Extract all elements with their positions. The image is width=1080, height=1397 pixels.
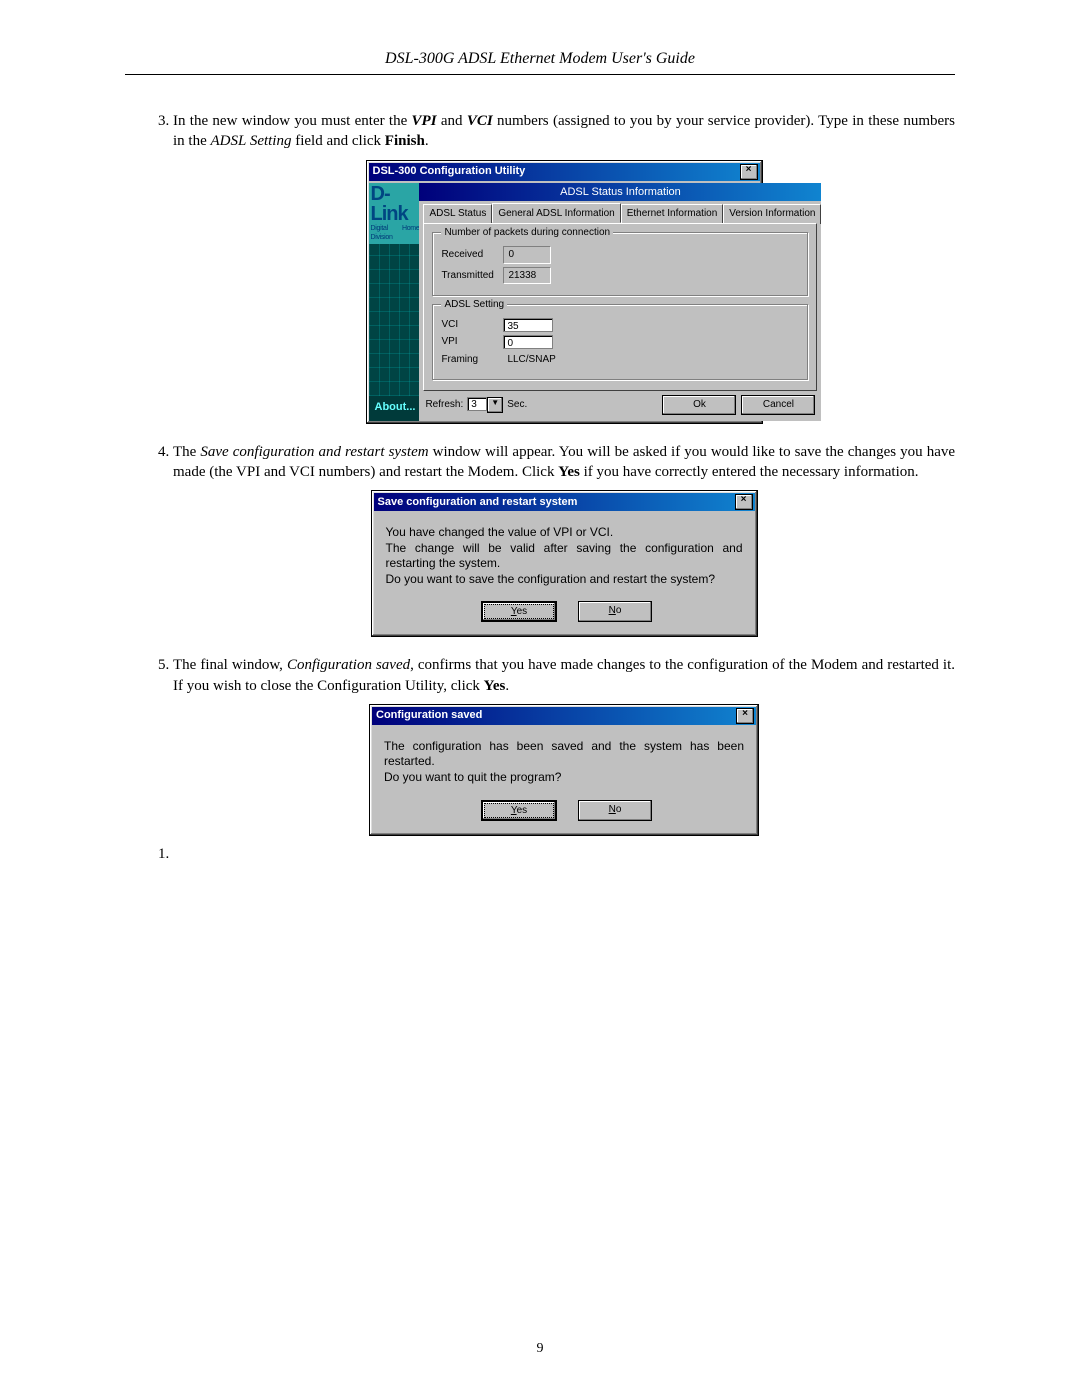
tab-version-info[interactable]: Version Information [723, 204, 821, 225]
page-header-title: DSL-300G ADSL Ethernet Modem User's Guid… [125, 50, 955, 75]
yes-button[interactable]: Yes [481, 601, 557, 622]
refresh-label: Refresh: [425, 398, 463, 412]
config-saved-title: Configuration saved [376, 708, 482, 723]
config-saved-titlebar[interactable]: Configuration saved × [372, 707, 756, 725]
vci-label: VCI [441, 318, 503, 332]
step3-text-g: field and click [291, 133, 384, 149]
close-icon[interactable]: × [740, 164, 758, 180]
tab-ethernet-info[interactable]: Ethernet Information [621, 204, 724, 225]
vpi-input[interactable]: 0 [503, 335, 553, 349]
sec-label: Sec. [507, 398, 527, 412]
step-4: The Save configuration and restart syste… [173, 442, 955, 638]
config-saved-dialog: Configuration saved × The configuration … [369, 704, 759, 836]
configuration-saved-term: Configuration saved [287, 657, 410, 673]
close-icon[interactable]: × [736, 708, 754, 724]
adsl-setting-term: ADSL Setting [211, 133, 292, 149]
yes-button[interactable]: Yes [481, 800, 557, 821]
no-button[interactable]: No [578, 601, 652, 622]
config-utility-window: DSL-300 Configuration Utility × D-Link D… [366, 160, 763, 424]
step3-text-a: In the new window you must enter the [173, 113, 412, 129]
adsl-setting-groupbox-title: ADSL Setting [441, 298, 507, 312]
transmitted-value: 21338 [503, 267, 551, 285]
step4-text-e: if you have correctly entered the necess… [580, 464, 919, 480]
pcb-art [369, 244, 420, 395]
step3-text-i: . [425, 133, 429, 149]
save-dlg-line3: Do you want to save the configuration an… [386, 572, 743, 588]
step5-text-a: The final window, [173, 657, 287, 673]
saved-dlg-line1: The configuration has been saved and the… [384, 739, 744, 770]
vpi-label: VPI [441, 335, 503, 349]
vpi-term: VPI [412, 113, 437, 129]
saved-dlg-line2: Do you want to quit the program? [384, 770, 744, 786]
vci-term: VCI [467, 113, 493, 129]
framing-label: Framing [441, 353, 503, 367]
ok-button[interactable]: Ok [662, 395, 736, 415]
save-config-term: Save configuration and restart system [200, 444, 428, 460]
step-5: The final window, Configuration saved, c… [173, 655, 955, 835]
save-config-title: Save configuration and restart system [378, 495, 578, 510]
save-dlg-line2: The change will be valid after saving th… [386, 541, 743, 572]
tabs: ADSL Status General ADSL Information Eth… [419, 203, 821, 224]
brand-logo: D-Link [369, 183, 420, 224]
step4-text-a: The [173, 444, 200, 460]
page-number: 9 [0, 1341, 1080, 1357]
framing-value: LLC/SNAP [503, 352, 559, 368]
brand-subtitle: Digital Home Division [369, 224, 420, 245]
step-1-empty [173, 844, 955, 859]
save-config-titlebar[interactable]: Save configuration and restart system × [374, 493, 755, 511]
tab-adsl-status[interactable]: ADSL Status [423, 204, 492, 225]
packets-groupbox: Number of packets during connection Rece… [432, 232, 808, 296]
step3-text-c: and [437, 113, 467, 129]
refresh-input[interactable]: 3 [467, 397, 487, 411]
tab-general-adsl-info[interactable]: General ADSL Information [492, 203, 620, 224]
vci-input[interactable]: 35 [503, 318, 553, 332]
close-icon[interactable]: × [735, 494, 753, 510]
chevron-down-icon[interactable]: ▼ [487, 397, 503, 413]
received-label: Received [441, 248, 503, 262]
adsl-status-header: ADSL Status Information [419, 183, 821, 201]
save-config-dialog: Save configuration and restart system × … [371, 490, 758, 637]
config-sidebar: D-Link Digital Home Division About... [369, 183, 420, 421]
yes-term-2: Yes [484, 678, 506, 694]
received-value: 0 [503, 246, 551, 264]
step-3: In the new window you must enter the VPI… [173, 111, 955, 424]
packets-groupbox-title: Number of packets during connection [441, 226, 613, 240]
finish-term: Finish [385, 133, 425, 149]
no-button[interactable]: No [578, 800, 652, 821]
cancel-button[interactable]: Cancel [741, 395, 815, 415]
adsl-setting-groupbox: ADSL Setting VCI 35 VPI 0 [432, 304, 808, 380]
config-window-title: DSL-300 Configuration Utility [373, 164, 526, 179]
config-window-titlebar[interactable]: DSL-300 Configuration Utility × [369, 163, 760, 181]
step5-text-e: . [505, 678, 509, 694]
transmitted-label: Transmitted [441, 269, 503, 283]
yes-term: Yes [558, 464, 580, 480]
save-dlg-line1: You have changed the value of VPI or VCI… [386, 525, 743, 541]
about-link[interactable]: About... [369, 396, 420, 421]
